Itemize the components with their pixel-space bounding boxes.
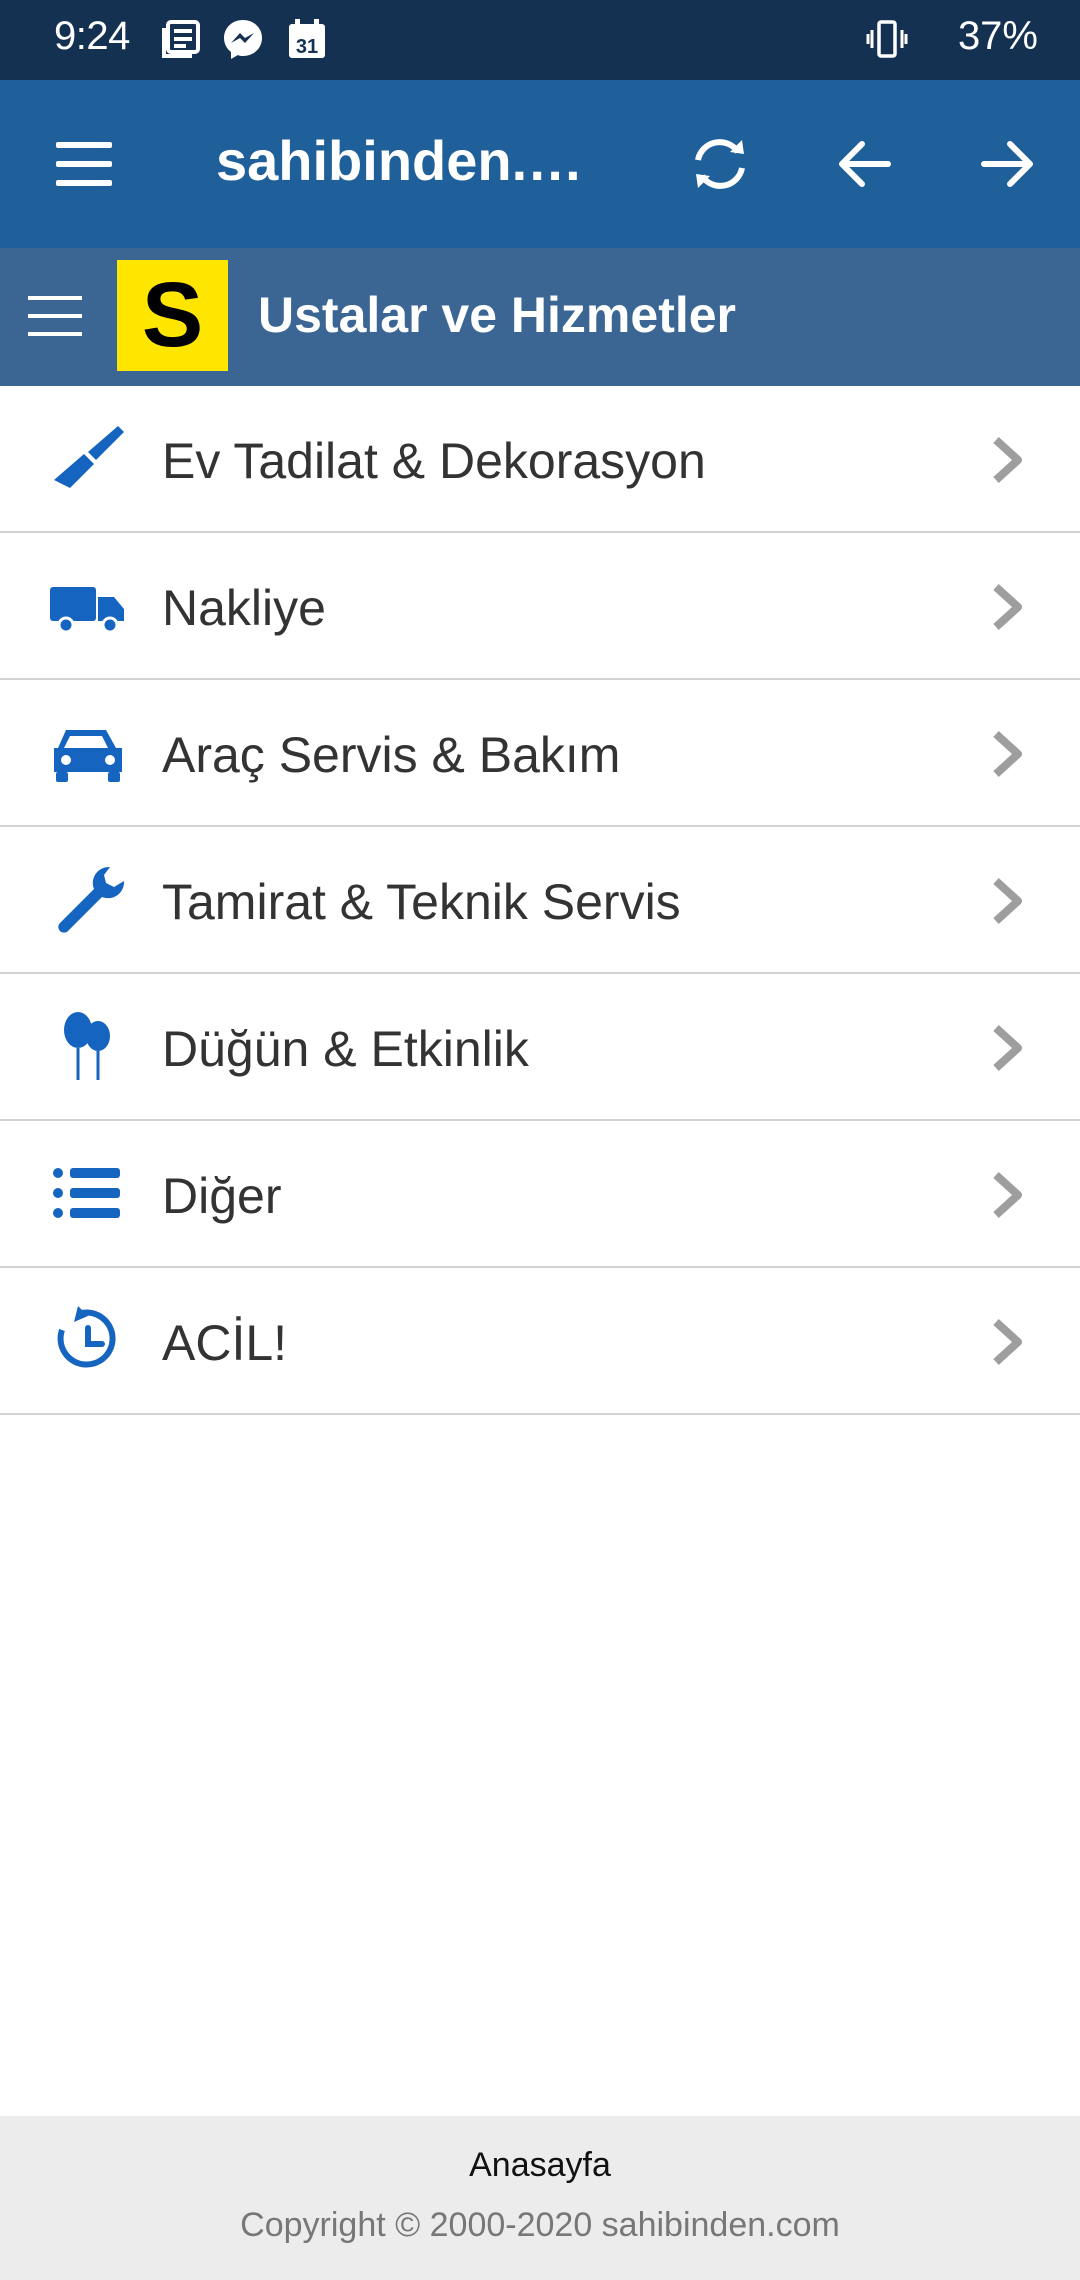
- list-icon: [53, 1168, 120, 1218]
- chevron-right-icon: [993, 878, 1022, 924]
- site-header: S Ustalar ve Hizmetler: [0, 248, 1080, 386]
- list-item-nakliye[interactable]: Nakliye: [0, 533, 1080, 680]
- menu-icon: [56, 142, 112, 186]
- list-item-dugun[interactable]: Düğün & Etkinlik: [0, 974, 1080, 1121]
- copyright-text: Copyright © 2000-2020 sahibinden.com: [240, 2206, 840, 2244]
- chevron-right-icon: [993, 1025, 1022, 1071]
- clock-icon: [57, 1306, 116, 1368]
- truck-icon: [50, 587, 124, 634]
- list-item-diger[interactable]: Diğer: [0, 1121, 1080, 1268]
- messenger-icon: [224, 20, 262, 59]
- list-item-ev-tadilat[interactable]: Ev Tadilat & Dekorasyon: [0, 386, 1080, 533]
- list-item-label: Ev Tadilat & Dekorasyon: [162, 433, 706, 489]
- list-item-label: Tamirat & Teknik Servis: [162, 874, 681, 930]
- balloons-icon: [64, 1012, 110, 1080]
- chevron-right-icon: [993, 1319, 1022, 1365]
- chevron-right-icon: [993, 584, 1022, 630]
- forward-button[interactable]: [970, 126, 1046, 202]
- vibrate-icon: [866, 20, 908, 58]
- car-icon: [54, 730, 122, 782]
- battery-level: 37%: [957, 14, 1038, 58]
- calendar-icon: 31: [286, 18, 328, 60]
- footer: Anasayfa Copyright © 2000-2020 sahibinde…: [0, 2116, 1080, 2280]
- status-bar: 9:24 31 37%: [0, 0, 1080, 80]
- site-menu-icon[interactable]: [26, 286, 84, 346]
- category-list: Ev Tadilat & Dekorasyon Nakliye Araç Ser…: [0, 386, 1080, 1415]
- forward-arrow-icon: [981, 141, 1033, 187]
- chevron-right-icon: [993, 437, 1022, 483]
- site-title: Ustalar ve Hizmetler: [258, 287, 737, 343]
- refresh-icon: [695, 139, 745, 189]
- list-item-arac-servis[interactable]: Araç Servis & Bakım: [0, 680, 1080, 827]
- list-item-label: Nakliye: [162, 580, 326, 636]
- app-title: sahibinden.com: [216, 129, 606, 192]
- back-arrow-icon: [839, 141, 891, 187]
- chevron-right-icon: [993, 731, 1022, 777]
- refresh-button[interactable]: [682, 126, 758, 202]
- paint-brush-icon: [54, 426, 124, 488]
- list-item-label: ACİL!: [162, 1315, 288, 1371]
- list-item-label: Düğün & Etkinlik: [162, 1021, 529, 1077]
- list-item-label: Araç Servis & Bakım: [162, 727, 621, 783]
- chevron-right-icon: [993, 1172, 1022, 1218]
- news-icon: [162, 20, 200, 58]
- app-bar: sahibinden.com: [0, 80, 1080, 248]
- status-time: 9:24: [54, 14, 130, 58]
- calendar-day: 31: [296, 36, 318, 58]
- list-item-label: Diğer: [162, 1168, 282, 1224]
- wrench-icon: [58, 866, 125, 933]
- home-link[interactable]: Anasayfa: [0, 2146, 1080, 2185]
- list-item-acil[interactable]: ACİL!: [0, 1268, 1080, 1415]
- list-item-tamirat[interactable]: Tamirat & Teknik Servis: [0, 827, 1080, 974]
- site-logo[interactable]: S: [117, 260, 228, 371]
- menu-button[interactable]: [46, 126, 122, 202]
- back-button[interactable]: [826, 126, 902, 202]
